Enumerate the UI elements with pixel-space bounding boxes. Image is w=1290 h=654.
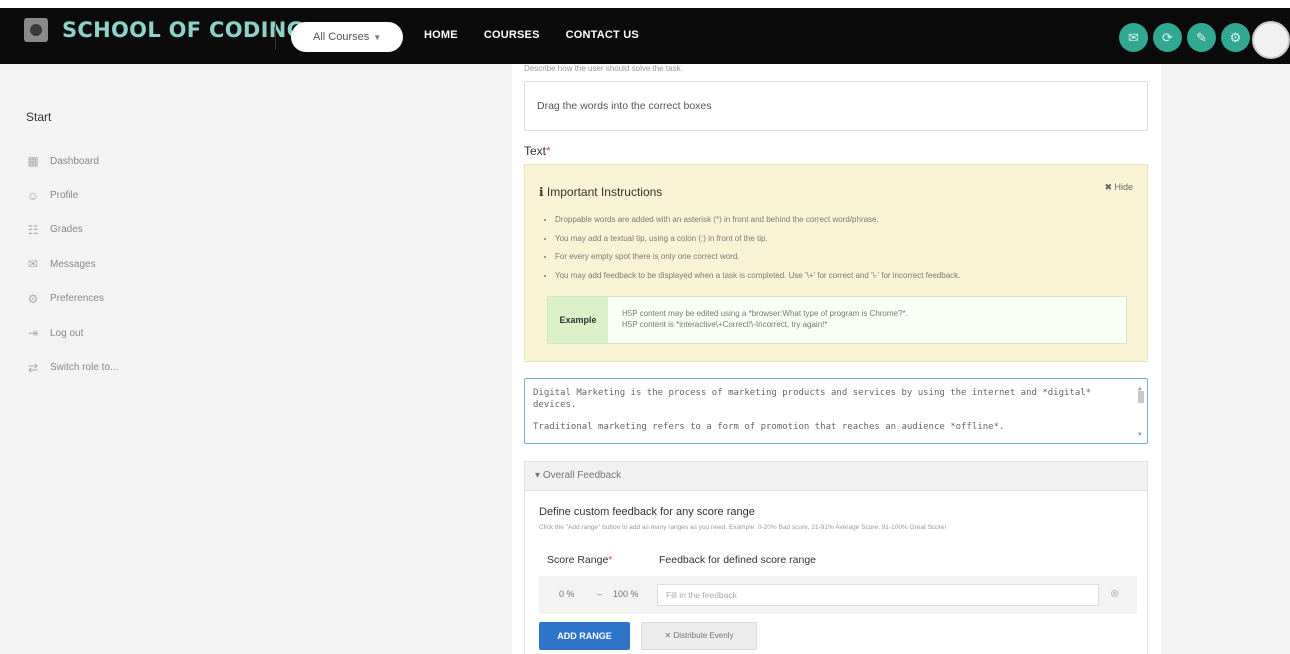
range-separator: – <box>597 589 603 599</box>
distribute-evenly-button[interactable]: ✕ Distribute Evenly <box>641 622 757 650</box>
nav-contact-us[interactable]: CONTACT US <box>566 29 639 41</box>
messages-icon: ✉ <box>27 257 39 272</box>
add-range-button[interactable]: ADD RANGE <box>539 622 630 650</box>
task-description-input[interactable]: Drag the words into the correct boxes <box>524 81 1148 131</box>
user-avatar[interactable] <box>1252 21 1290 59</box>
main-nav: HOME COURSES CONTACT US <box>424 29 665 41</box>
example-label: Example <box>548 297 608 343</box>
sidebar: Start ▦ Dashboard ☺ Profile ☷ Grades ✉ M… <box>0 64 195 654</box>
instruction-item: For every empty spot there is only one c… <box>555 248 960 267</box>
switch-role-icon: ⇄ <box>27 360 39 375</box>
sidebar-item-label: Switch role to... <box>50 362 119 374</box>
instructions-list: Droppable words are added with an asteri… <box>555 211 960 285</box>
overall-feedback-header: Overall Feedback <box>542 470 622 481</box>
textarea-line: Traditional marketing refers to a form o… <box>533 422 1005 432</box>
chevron-down-icon: ▼ <box>373 33 382 42</box>
caret-down-icon: ▾ <box>535 470 543 481</box>
sidebar-item-dashboard[interactable]: ▦ Dashboard <box>26 144 118 178</box>
feedback-input[interactable]: Fill in the feedback <box>657 584 1099 606</box>
logo-icon <box>24 18 48 42</box>
remove-range-icon[interactable]: ⊗ <box>1110 587 1119 600</box>
courses-dropdown[interactable]: All Courses ▼ <box>291 22 403 52</box>
site-logo[interactable]: SCHOOL OF CODING <box>24 18 304 42</box>
preferences-icon: ⚙ <box>27 291 39 306</box>
score-range-header: Score Range* <box>547 554 612 566</box>
example-line: H5P content may be edited using a *brows… <box>622 309 908 318</box>
grades-icon: ☷ <box>27 222 39 237</box>
profile-icon: ☺ <box>26 188 40 203</box>
refresh-icon[interactable]: ⟳ <box>1153 23 1182 52</box>
required-asterisk: * <box>546 144 551 158</box>
sidebar-item-label: Preferences <box>50 293 104 305</box>
range-from-value[interactable]: 0 % <box>559 589 575 599</box>
instruction-item: You may add feedback to be displayed whe… <box>555 267 960 286</box>
sidebar-item-label: Log out <box>50 327 84 339</box>
sidebar-item-logout[interactable]: ⇥ Log out <box>26 316 118 350</box>
score-range-row: 0 % – 100 % Fill in the feedback ⊗ <box>539 576 1137 614</box>
info-icon: ℹ <box>539 185 547 199</box>
range-to-value[interactable]: 100 % <box>613 589 639 599</box>
sidebar-item-profile[interactable]: ☺ Profile <box>26 178 118 212</box>
hide-label: Hide <box>1114 182 1133 192</box>
settings-icon[interactable]: ⚙ <box>1221 23 1250 52</box>
tools-icon[interactable]: ✎ <box>1187 23 1216 52</box>
sidebar-item-label: Dashboard <box>50 155 99 167</box>
overall-feedback-toggle[interactable]: ▾ Overall Feedback <box>525 462 1147 491</box>
sidebar-item-label: Profile <box>50 190 79 202</box>
close-icon: ✖ <box>1104 182 1115 192</box>
instruction-item: You may add a textual tip, using a colon… <box>555 230 960 249</box>
feedback-title: Define custom feedback for any score ran… <box>539 506 755 518</box>
sidebar-item-preferences[interactable]: ⚙ Preferences <box>26 282 118 316</box>
overall-feedback-panel: ▾ Overall Feedback Define custom feedbac… <box>524 461 1148 654</box>
sidebar-menu: ▦ Dashboard ☺ Profile ☷ Grades ✉ Message… <box>26 144 119 385</box>
example-line: H5P content is *interactive\+Correct!\-I… <box>622 320 828 329</box>
score-range-label: Score Range <box>547 554 609 566</box>
description-hint: Describe how the user should solve the t… <box>524 64 683 73</box>
textarea-line: Digital Marketing is the process of mark… <box>533 388 1092 410</box>
instructions-title-text: Important Instructions <box>546 185 663 199</box>
text-label: Text <box>524 144 547 158</box>
text-field-label: Text* <box>524 144 551 158</box>
important-instructions-box: ℹ Important Instructions ✖ Hide Droppabl… <box>524 164 1148 362</box>
scrollbar-thumb[interactable] <box>1138 391 1144 403</box>
sidebar-item-messages[interactable]: ✉ Messages <box>26 247 118 281</box>
chat-icon[interactable]: ✉ <box>1119 23 1148 52</box>
nav-home[interactable]: HOME <box>424 29 458 41</box>
example-text: H5P content may be edited using a *brows… <box>608 297 908 343</box>
text-textarea[interactable]: Digital Marketing is the process of mark… <box>524 378 1148 444</box>
scroll-down-icon[interactable]: ▼ <box>1138 429 1142 441</box>
sidebar-item-label: Grades <box>50 224 83 236</box>
editor-form: Describe how the user should solve the t… <box>512 64 1161 654</box>
nav-courses[interactable]: COURSES <box>484 29 540 41</box>
instructions-title: ℹ Important Instructions <box>539 185 662 199</box>
distribute-label: Distribute Evenly <box>673 631 734 640</box>
sidebar-item-switch-role[interactable]: ⇄ Switch role to... <box>26 350 118 384</box>
logo-text: SCHOOL OF CODING <box>62 18 305 42</box>
hide-instructions-button[interactable]: ✖ Hide <box>1104 182 1133 193</box>
instruction-item: Droppable words are added with an asteri… <box>555 211 960 230</box>
required-asterisk: * <box>608 554 613 566</box>
top-navbar: SCHOOL OF CODING All Courses ▼ HOME COURS… <box>0 0 1290 64</box>
textarea-scrollbar[interactable]: ▲ ▼ <box>1138 383 1144 439</box>
logout-icon: ⇥ <box>27 326 39 341</box>
feedback-column-header: Feedback for defined score range <box>659 554 817 566</box>
courses-dropdown-label: All Courses <box>313 31 370 43</box>
navbar-divider <box>275 20 276 50</box>
sidebar-start-heading: Start <box>26 110 52 124</box>
feedback-hint: Click the "Add range" button to add as m… <box>539 524 947 531</box>
sidebar-item-label: Messages <box>50 258 96 270</box>
header-action-icons: ✉ ⟳ ✎ ⚙ <box>1114 23 1250 52</box>
example-box: Example H5P content may be edited using … <box>547 296 1127 344</box>
sidebar-item-grades[interactable]: ☷ Grades <box>26 213 118 247</box>
dashboard-icon: ▦ <box>27 154 39 169</box>
